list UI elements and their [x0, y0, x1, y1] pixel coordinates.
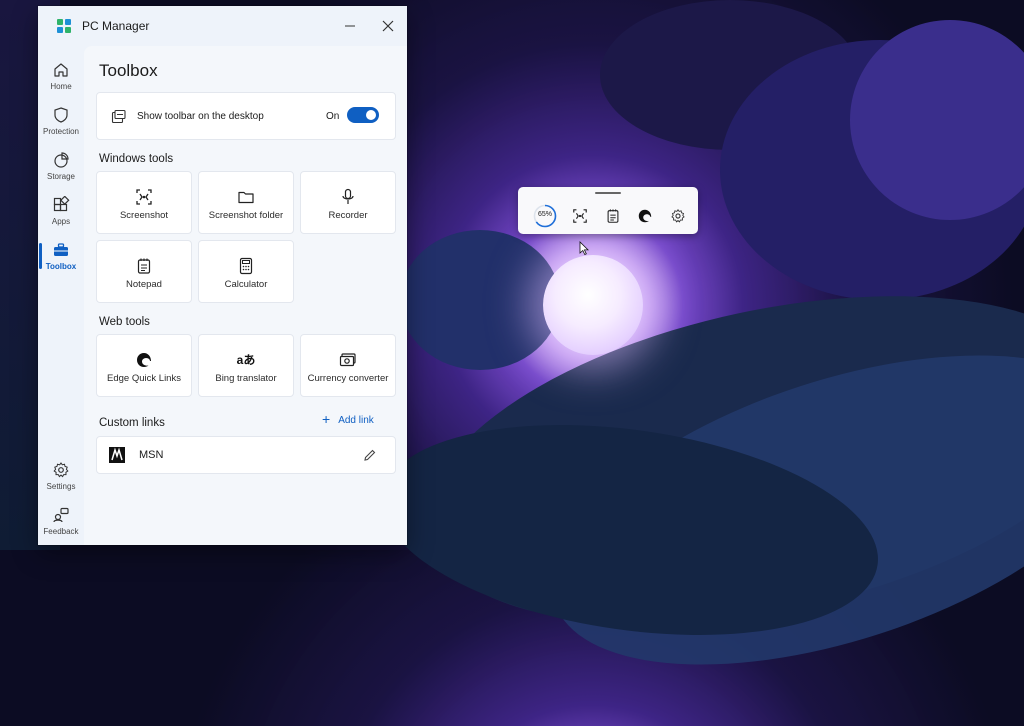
add-link-button[interactable]: + Add link [322, 411, 374, 427]
close-button[interactable] [370, 14, 406, 38]
nav-item-apps[interactable]: Apps [38, 193, 84, 237]
tool-label: Screenshot [119, 210, 169, 221]
custom-link-msn[interactable]: MSN [96, 436, 396, 474]
edit-pencil-icon[interactable] [363, 448, 377, 462]
nav-label: Home [50, 82, 72, 91]
close-icon [382, 20, 394, 32]
gear-icon[interactable] [670, 208, 686, 224]
home-icon [54, 63, 68, 77]
toolbar-toggle-icon [111, 109, 126, 124]
tool-label: Bing translator [215, 373, 277, 384]
web-tools-heading: Web tools [99, 316, 150, 328]
pie-chart-icon [54, 152, 69, 168]
minimize-icon [345, 25, 355, 27]
nav-label: Toolbox [45, 262, 77, 271]
windows-tools-heading: Windows tools [99, 153, 174, 165]
screenshot-icon[interactable] [572, 208, 588, 224]
msn-icon [109, 447, 125, 463]
nav-label: Apps [51, 217, 71, 226]
tool-screenshot[interactable]: Screenshot [96, 171, 192, 234]
app-title: PC Manager [82, 19, 150, 33]
nav-item-storage[interactable]: Storage [38, 148, 84, 192]
show-toolbar-toggle[interactable] [347, 107, 379, 123]
toggle-knob [366, 110, 376, 120]
custom-link-label: MSN [139, 449, 164, 461]
toolbox-page: Toolbox Show toolbar on the desktop On W… [84, 46, 407, 545]
apps-grid-icon [53, 196, 70, 212]
desktop-floating-toolbar: 65% [518, 187, 698, 234]
minimize-button[interactable] [332, 14, 368, 38]
toggle-state-text: On [326, 111, 340, 122]
currency-icon [339, 353, 356, 367]
toolbar-setting-label: Show toolbar on the desktop [137, 111, 264, 122]
nav-item-toolbox[interactable]: Toolbox [38, 238, 84, 282]
tool-currency-converter[interactable]: Currency converter [300, 334, 396, 397]
screenshot-icon [136, 189, 152, 205]
tool-label: Currency converter [307, 373, 389, 384]
notepad-icon[interactable] [605, 208, 621, 224]
wallpaper-moon [543, 255, 643, 355]
tool-label: Calculator [224, 279, 268, 290]
wallpaper-cloud [400, 230, 560, 370]
sidebar-nav: Home Protection Storage Apps Toolbox Set… [38, 46, 84, 545]
tool-notepad[interactable]: Notepad [96, 240, 192, 303]
desktop-toolbar-setting: Show toolbar on the desktop On [96, 92, 396, 140]
tool-calculator[interactable]: Calculator [198, 240, 294, 303]
notepad-icon [137, 258, 151, 274]
mouse-cursor-icon [579, 241, 589, 255]
title-bar[interactable]: PC Manager [38, 6, 407, 46]
calculator-icon [239, 257, 253, 275]
page-title: Toolbox [99, 61, 158, 80]
nav-item-protection[interactable]: Protection [38, 103, 84, 147]
tool-edge-quick-links[interactable]: Edge Quick Links [96, 334, 192, 397]
feedback-icon [53, 507, 69, 523]
tool-label: Edge Quick Links [107, 373, 181, 384]
pc-manager-logo-icon [57, 19, 71, 33]
tool-recorder[interactable]: Recorder [300, 171, 396, 234]
edge-icon [137, 353, 151, 367]
nav-item-feedback[interactable]: Feedback [38, 503, 84, 547]
drag-handle[interactable] [595, 192, 621, 194]
nav-item-settings[interactable]: Settings [38, 458, 84, 502]
nav-label: Storage [46, 172, 76, 181]
toolbox-icon [54, 243, 68, 256]
tool-label: Notepad [126, 279, 162, 290]
add-link-label: Add link [338, 415, 374, 426]
translate-icon: aあ [236, 353, 256, 367]
tool-label: Recorder [328, 210, 368, 221]
nav-label: Protection [42, 127, 80, 136]
tool-screenshot-folder[interactable]: Screenshot folder [198, 171, 294, 234]
gear-icon [53, 462, 69, 478]
custom-links-heading: Custom links [99, 417, 165, 429]
microphone-icon [342, 188, 354, 204]
plus-icon: + [322, 411, 331, 427]
nav-label: Feedback [43, 527, 79, 536]
edge-icon[interactable] [637, 208, 653, 224]
nav-label: Settings [46, 482, 76, 491]
shield-icon [54, 107, 68, 123]
folder-icon [238, 191, 254, 204]
tool-bing-translator[interactable]: aあ Bing translator [198, 334, 294, 397]
tool-label: Screenshot folder [208, 210, 284, 221]
pc-manager-window: PC Manager Home Protection Storage Apps … [38, 6, 407, 545]
memory-usage-text: 65% [537, 211, 552, 218]
nav-item-home[interactable]: Home [38, 58, 84, 102]
